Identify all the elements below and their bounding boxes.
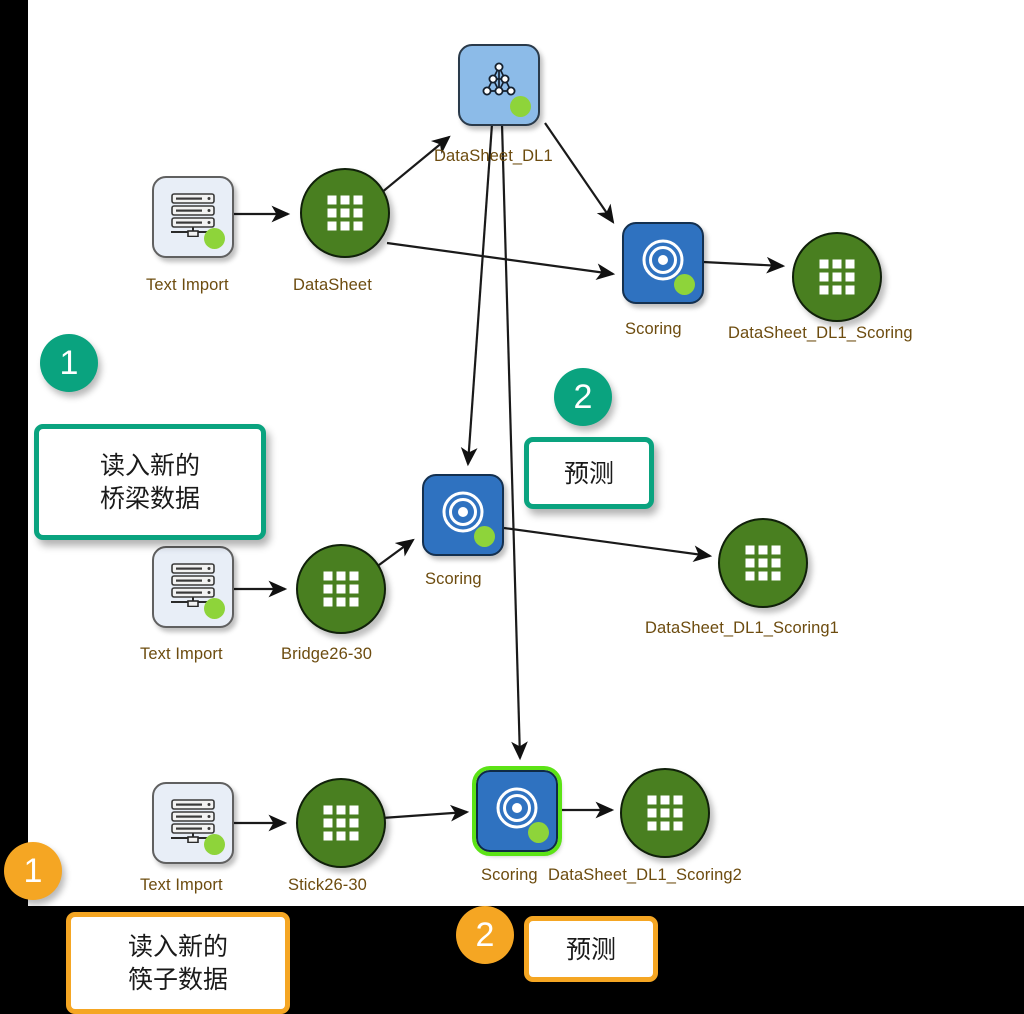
node-label-datasheet-dl1-scoring1: DataSheet_DL1_Scoring1 [645,619,839,637]
annotation-callout-orange-2: 预测 [524,916,658,982]
grid-icon [327,195,363,231]
annotation-badge-orange-1: 1 [4,842,62,900]
status-dot [204,598,225,619]
node-label-datasheet-dl1-scoring: DataSheet_DL1_Scoring [728,324,913,342]
status-dot [204,228,225,249]
node-label-scoring-2: Scoring [425,570,482,588]
node-datasheet-dl1-scoring[interactable] [792,232,882,322]
workflow-screenshot: Text Import DataSheet DataSheet_DL1 Scor… [0,0,1024,1014]
node-label-bridge26-30: Bridge26-30 [281,645,372,663]
status-dot [204,834,225,855]
node-label-datasheet-dl1-scoring2: DataSheet_DL1_Scoring2 [548,866,742,884]
annotation-badge-teal-1: 1 [40,334,98,392]
node-datasheet-dl1-scoring1[interactable] [718,518,808,608]
edge-dl1-scoring1 [544,122,615,224]
annotation-badge-teal-2: 2 [554,368,612,426]
node-label-text-import-2: Text Import [140,645,223,663]
badge-number: 1 [23,851,43,890]
edge-scoring2-result1 [503,526,713,563]
node-label-scoring-3: Scoring [481,866,538,884]
node-text-import-2[interactable] [152,546,234,628]
callout-line-1: 预测 [565,934,616,964]
badge-number: 1 [59,343,79,382]
node-datasheet[interactable] [300,168,390,258]
callout-line-1: 读入新的 [127,932,228,961]
status-dot [474,526,495,547]
node-datasheet-dl1[interactable] [458,44,540,126]
edge-dl1-scoring3 [500,123,528,761]
annotation-callout-orange-1: 读入新的 筷子数据 [66,912,290,1014]
node-stick26-30[interactable] [296,778,386,868]
node-scoring-3[interactable] [472,766,562,856]
edge-datasheet-scoring1 [386,241,616,281]
grid-icon [323,805,359,841]
callout-line-2: 桥梁数据 [99,484,200,513]
callout-line-1: 读入新的 [99,451,200,480]
grid-icon [819,259,855,295]
status-dot [528,822,549,843]
grid-icon [647,795,683,831]
node-label-text-import-1: Text Import [146,276,229,294]
node-text-import-3[interactable] [152,782,234,864]
node-label-datasheet-dl1: DataSheet_DL1 [434,147,553,165]
status-dot [510,96,531,117]
node-label-scoring-1: Scoring [625,320,682,338]
badge-number: 2 [475,915,495,954]
node-label-text-import-3: Text Import [140,876,223,894]
annotation-callout-teal-1: 读入新的 桥梁数据 [34,424,266,540]
node-label-datasheet: DataSheet [293,276,372,294]
node-datasheet-dl1-scoring2[interactable] [620,768,710,858]
annotation-callout-teal-2: 预测 [524,437,654,509]
status-dot [674,274,695,295]
grid-icon [323,571,359,607]
node-text-import-1[interactable] [152,176,234,258]
callout-line-2: 筷子数据 [127,965,228,994]
node-scoring-1[interactable] [622,222,704,304]
annotation-badge-orange-2: 2 [456,906,514,964]
badge-number: 2 [573,377,593,416]
callout-line-1: 预测 [563,458,614,488]
node-bridge26-30[interactable] [296,544,386,634]
grid-icon [745,545,781,581]
edge-stick-scoring3 [381,804,470,822]
node-label-stick26-30: Stick26-30 [288,876,367,894]
node-scoring-2[interactable] [422,474,504,556]
edge-scoring1-result [702,256,786,274]
edge-dl1-scoring2 [460,123,494,467]
